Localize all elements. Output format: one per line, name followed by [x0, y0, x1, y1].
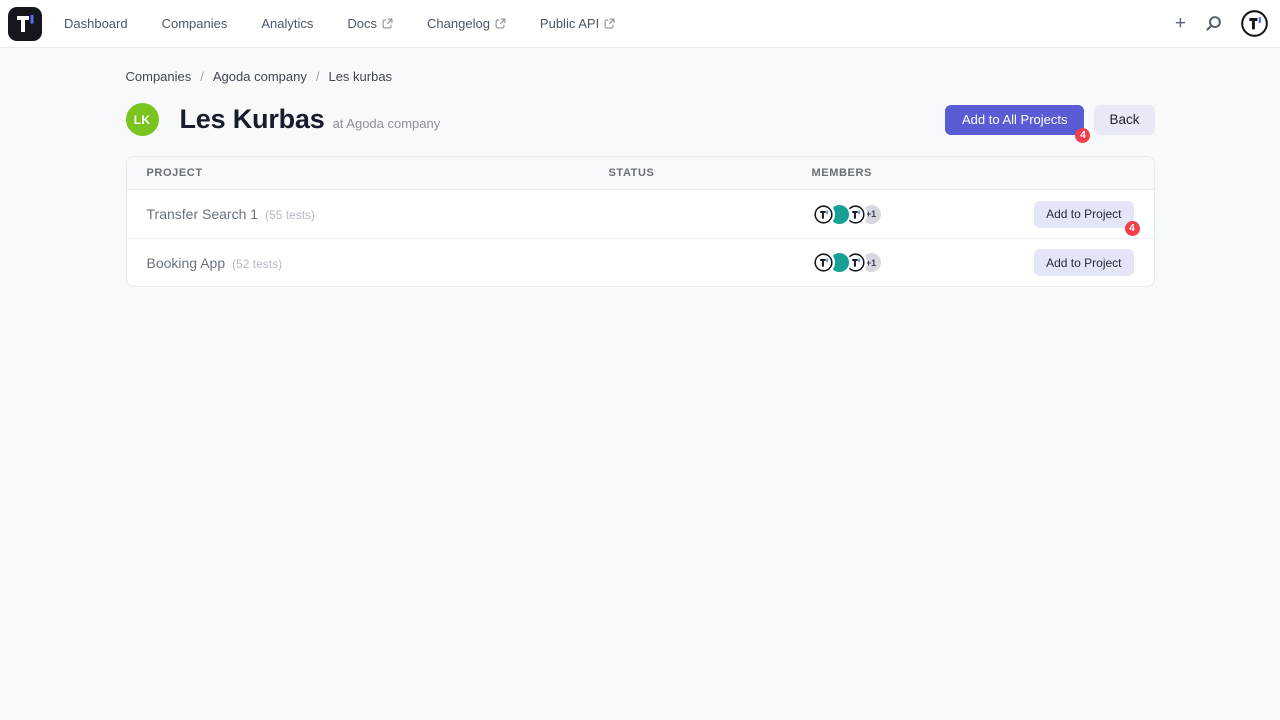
nav-item-dashboard[interactable]: Dashboard — [64, 16, 128, 31]
nav-item-label: Companies — [162, 16, 228, 31]
person-avatar: LK — [126, 103, 159, 136]
topbar-right-actions: + — [1175, 10, 1268, 37]
nav-item-label: Dashboard — [64, 16, 128, 31]
action-cell: Add to Project 4 — [1034, 201, 1133, 228]
breadcrumb: Companies / Agoda company / Les kurbas — [126, 69, 1155, 84]
notification-badge: 4 — [1075, 128, 1090, 143]
add-to-project-button[interactable]: Add to Project — [1034, 201, 1133, 228]
notification-badge: 4 — [1125, 221, 1140, 236]
table-row-transfer-search-1[interactable]: Transfer Search 1 (55 tests) +1 Add to P… — [127, 190, 1154, 238]
header-actions: Add to All Projects 4 Back — [945, 105, 1155, 135]
nav-item-label: Changelog — [427, 16, 490, 31]
nav-item-companies[interactable]: Companies — [162, 16, 228, 31]
add-to-project-button[interactable]: Add to Project — [1034, 249, 1133, 276]
page-content: Companies / Agoda company / Les kurbas L… — [126, 69, 1155, 287]
project-name: Booking App — [147, 255, 226, 271]
action-cell: Add to Project — [1034, 249, 1133, 276]
member-avatar-logo-icon — [812, 203, 835, 226]
nav-item-analytics[interactable]: Analytics — [261, 16, 313, 31]
user-avatar[interactable] — [1241, 10, 1268, 37]
page-subtitle: at Agoda company — [333, 116, 441, 131]
nav-item-changelog[interactable]: Changelog — [427, 16, 506, 31]
breadcrumb-separator: / — [200, 69, 204, 84]
nav-item-label: Docs — [347, 16, 377, 31]
table-header-row: Project Status Members — [127, 157, 1154, 190]
external-link-icon — [604, 18, 615, 29]
add-new-button[interactable]: + — [1175, 14, 1186, 33]
back-button[interactable]: Back — [1094, 105, 1154, 135]
breadcrumb-les-kurbas[interactable]: Les kurbas — [328, 69, 392, 84]
members-cell: +1 — [812, 203, 1035, 226]
nav-item-docs[interactable]: Docs — [347, 16, 393, 31]
table-row-booking-app[interactable]: Booking App (52 tests) +1 Add to Project — [127, 238, 1154, 286]
column-header-project: Project — [147, 167, 609, 179]
breadcrumb-companies[interactable]: Companies — [126, 69, 192, 84]
members-cell: +1 — [812, 251, 1035, 274]
add-to-project-label: Add to Project — [1046, 256, 1121, 270]
page-title: Les Kurbas — [180, 104, 325, 135]
nav-item-public-api[interactable]: Public API — [540, 16, 615, 31]
add-to-project-label: Add to Project — [1046, 207, 1121, 221]
project-name: Transfer Search 1 — [147, 206, 259, 222]
external-link-icon — [495, 18, 506, 29]
breadcrumb-separator: / — [316, 69, 320, 84]
projects-table: Project Status Members Transfer Search 1… — [126, 156, 1155, 287]
page-header: LK Les Kurbas at Agoda company Add to Al… — [126, 103, 1155, 136]
main-nav: Dashboard Companies Analytics Docs Chang… — [64, 16, 615, 31]
search-icon[interactable] — [1204, 14, 1223, 33]
column-header-status: Status — [609, 167, 812, 179]
external-link-icon — [382, 18, 393, 29]
brand-logo[interactable] — [8, 7, 42, 41]
project-tests-count: (55 tests) — [265, 208, 315, 222]
member-avatar-logo-icon — [812, 251, 835, 274]
top-navigation-bar: Dashboard Companies Analytics Docs Chang… — [0, 0, 1280, 48]
column-header-members: Members — [812, 167, 1134, 179]
project-cell: Transfer Search 1 (55 tests) — [147, 206, 609, 222]
project-cell: Booking App (52 tests) — [147, 255, 609, 271]
breadcrumb-agoda-company[interactable]: Agoda company — [213, 69, 307, 84]
project-tests-count: (52 tests) — [232, 257, 282, 271]
nav-item-label: Analytics — [261, 16, 313, 31]
add-to-all-projects-label: Add to All Projects — [962, 112, 1068, 127]
add-to-all-projects-button[interactable]: Add to All Projects 4 — [945, 105, 1085, 135]
brand-logo-icon — [8, 7, 42, 41]
nav-item-label: Public API — [540, 16, 599, 31]
